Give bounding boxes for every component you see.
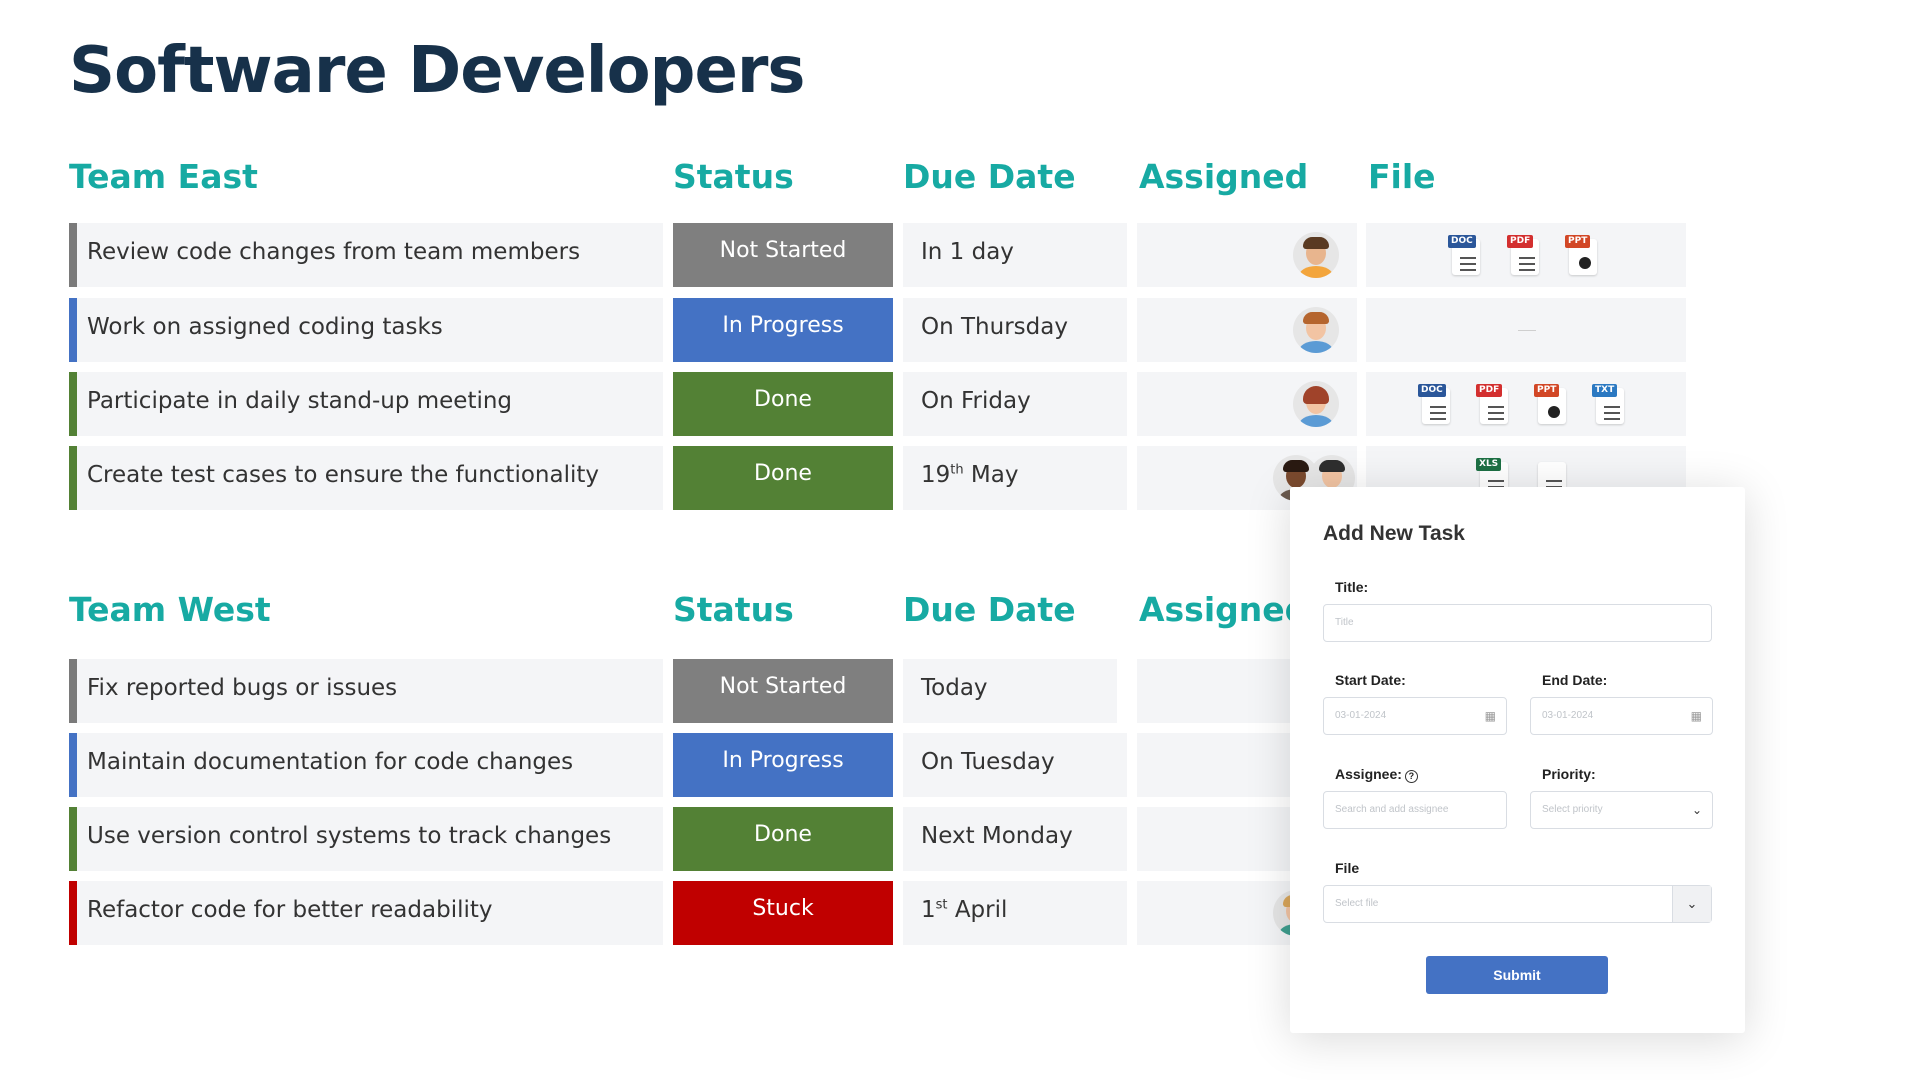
task-title: Review code changes from team members bbox=[87, 239, 581, 265]
due-date-cell[interactable]: 1st April bbox=[903, 881, 1127, 945]
task-cell[interactable]: Participate in daily stand-up meeting bbox=[69, 372, 663, 436]
doc-file-icon[interactable]: DOC bbox=[1448, 235, 1482, 277]
title-input[interactable]: Title bbox=[1323, 604, 1712, 642]
due-date: On Tuesday bbox=[921, 749, 1055, 775]
task-cell[interactable]: Refactor code for better readability bbox=[69, 881, 663, 945]
assigned-cell[interactable] bbox=[1137, 372, 1357, 436]
page-title: Software Developers bbox=[69, 34, 805, 108]
task-cell[interactable]: Fix reported bugs or issues bbox=[69, 659, 663, 723]
status-badge[interactable]: In Progress bbox=[673, 733, 893, 797]
file-cell[interactable]: DOC PDF PPT bbox=[1366, 223, 1686, 287]
calendar-icon[interactable]: ▦ bbox=[1485, 698, 1496, 734]
task-title: Create test cases to ensure the function… bbox=[87, 462, 599, 488]
due-date: Next Monday bbox=[921, 823, 1073, 849]
task-cell[interactable]: Maintain documentation for code changes bbox=[69, 733, 663, 797]
status-badge[interactable]: Done bbox=[673, 807, 893, 871]
due-date: On Thursday bbox=[921, 314, 1068, 340]
due-date: Today bbox=[921, 675, 988, 701]
due-date-header: Due Date bbox=[903, 157, 1076, 196]
task-title: Refactor code for better readability bbox=[87, 897, 493, 923]
assigned-header: Assigned bbox=[1139, 157, 1309, 196]
end-date-label: End Date: bbox=[1542, 672, 1608, 688]
team-name: Team West bbox=[69, 590, 271, 629]
due-date-cell[interactable]: On Friday bbox=[903, 372, 1127, 436]
assigned-cell[interactable] bbox=[1137, 298, 1357, 362]
ppt-file-icon[interactable]: PPT bbox=[1565, 235, 1599, 277]
start-date-label: Start Date: bbox=[1335, 672, 1406, 688]
status-badge[interactable]: Not Started bbox=[673, 659, 893, 723]
table-row[interactable]: Participate in daily stand-up meeting Do… bbox=[69, 372, 1689, 436]
avatar[interactable] bbox=[1293, 381, 1339, 427]
status-badge[interactable]: Stuck bbox=[673, 881, 893, 945]
help-icon[interactable]: ? bbox=[1404, 770, 1418, 783]
calendar-icon[interactable]: ▦ bbox=[1691, 698, 1702, 734]
due-date: 1st April bbox=[921, 897, 1008, 923]
task-cell[interactable]: Create test cases to ensure the function… bbox=[69, 446, 663, 510]
start-date-input[interactable]: 03-01-2024 ▦ bbox=[1323, 697, 1507, 735]
submit-button[interactable]: Submit bbox=[1426, 956, 1608, 994]
task-cell[interactable]: Work on assigned coding tasks bbox=[69, 298, 663, 362]
avatar[interactable] bbox=[1293, 307, 1339, 353]
assignee-input[interactable]: Search and add assignee bbox=[1323, 791, 1507, 829]
due-date: On Friday bbox=[921, 388, 1031, 414]
ppt-file-icon[interactable]: PPT bbox=[1534, 384, 1568, 426]
due-date-cell[interactable]: 19th May bbox=[903, 446, 1127, 510]
status-header: Status bbox=[673, 590, 794, 629]
due-date: 19th May bbox=[921, 462, 1019, 488]
status-badge[interactable]: Done bbox=[673, 446, 893, 510]
avatar[interactable] bbox=[1293, 232, 1339, 278]
table-row[interactable]: Work on assigned coding tasks In Progres… bbox=[69, 298, 1689, 362]
status-badge[interactable]: Not Started bbox=[673, 223, 893, 287]
chevron-down-icon[interactable]: ⌄ bbox=[1692, 792, 1702, 828]
due-date-header: Due Date bbox=[903, 590, 1076, 629]
assignee-label: Assignee:? bbox=[1335, 766, 1418, 783]
file-cell[interactable] bbox=[1366, 298, 1686, 362]
due-date-cell[interactable]: On Tuesday bbox=[903, 733, 1127, 797]
task-title: Use version control systems to track cha… bbox=[87, 823, 612, 849]
file-select[interactable]: Select file ⌄ bbox=[1323, 885, 1712, 923]
task-cell[interactable]: Review code changes from team members bbox=[69, 223, 663, 287]
doc-file-icon[interactable]: DOC bbox=[1418, 384, 1452, 426]
pdf-file-icon[interactable]: PDF bbox=[1476, 384, 1510, 426]
team-name: Team East bbox=[69, 157, 258, 196]
status-badge[interactable]: Done bbox=[673, 372, 893, 436]
task-title: Work on assigned coding tasks bbox=[87, 314, 443, 340]
due-date-cell[interactable]: On Thursday bbox=[903, 298, 1127, 362]
status-badge[interactable]: In Progress bbox=[673, 298, 893, 362]
due-date-cell[interactable]: In 1 day bbox=[903, 223, 1127, 287]
file-cell[interactable]: DOC PDF PPT TXT bbox=[1366, 372, 1686, 436]
priority-label: Priority: bbox=[1542, 766, 1596, 782]
assigned-header: Assigned bbox=[1139, 590, 1309, 629]
chevron-down-icon[interactable]: ⌄ bbox=[1672, 886, 1711, 922]
task-title: Maintain documentation for code changes bbox=[87, 749, 574, 775]
file-label: File bbox=[1335, 860, 1360, 876]
file-header: File bbox=[1368, 157, 1436, 196]
pdf-file-icon[interactable]: PDF bbox=[1507, 235, 1541, 277]
due-date: In 1 day bbox=[921, 239, 1014, 265]
modal-title: Add New Task bbox=[1323, 522, 1465, 545]
title-label: Title: bbox=[1335, 579, 1369, 595]
end-date-input[interactable]: 03-01-2024 ▦ bbox=[1530, 697, 1713, 735]
due-date-cell[interactable]: Next Monday bbox=[903, 807, 1127, 871]
task-cell[interactable]: Use version control systems to track cha… bbox=[69, 807, 663, 871]
assigned-cell[interactable] bbox=[1137, 223, 1357, 287]
due-date-cell[interactable]: Today bbox=[903, 659, 1117, 723]
task-title: Fix reported bugs or issues bbox=[87, 675, 398, 701]
priority-select[interactable]: Select priority ⌄ bbox=[1530, 791, 1713, 829]
team-east-header: Team East Status Due Date Assigned File bbox=[0, 157, 1920, 207]
txt-file-icon[interactable]: TXT bbox=[1592, 384, 1626, 426]
task-title: Participate in daily stand-up meeting bbox=[87, 388, 513, 414]
empty-dash bbox=[1518, 330, 1536, 331]
status-header: Status bbox=[673, 157, 794, 196]
table-row[interactable]: Review code changes from team members No… bbox=[69, 223, 1689, 287]
add-task-modal[interactable]: Add New Task Title: Title Start Date: 03… bbox=[1290, 487, 1745, 1033]
